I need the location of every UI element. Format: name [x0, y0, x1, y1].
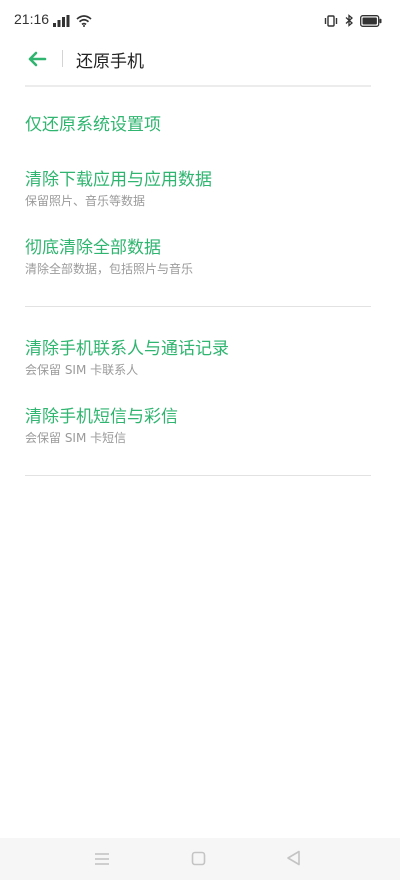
- option-clear-contacts-calls[interactable]: 清除手机联系人与通话记录 会保留 SIM 卡联系人: [25, 338, 371, 378]
- section-divider: [25, 306, 371, 307]
- status-bar: 21:16: [0, 0, 400, 40]
- option-title: 彻底清除全部数据: [25, 238, 161, 258]
- battery-icon: [360, 12, 382, 31]
- nav-back-button[interactable]: [284, 850, 302, 870]
- wifi-icon: [76, 12, 92, 31]
- signal-icon: [53, 12, 71, 31]
- app-header: 还原手机: [0, 40, 400, 82]
- menu-button[interactable]: [93, 851, 111, 869]
- page-title: 还原手机: [76, 52, 144, 72]
- option-subtitle: 保留照片、音乐等数据: [25, 194, 146, 208]
- header-separator: [25, 85, 371, 87]
- menu-icon: [94, 851, 110, 870]
- section-divider: [25, 475, 371, 476]
- option-subtitle: 会保留 SIM 卡联系人: [25, 363, 139, 377]
- option-restore-system-settings[interactable]: 仅还原系统设置项: [25, 114, 371, 136]
- header-divider: [62, 50, 63, 67]
- option-clear-apps-data[interactable]: 清除下载应用与应用数据 保留照片、音乐等数据: [25, 169, 371, 209]
- bluetooth-icon: [345, 12, 354, 31]
- option-title: 清除下载应用与应用数据: [25, 170, 212, 190]
- status-time: 21:16: [14, 11, 50, 27]
- home-button[interactable]: [189, 851, 207, 869]
- option-title: 仅还原系统设置项: [25, 115, 161, 135]
- option-title: 清除手机联系人与通话记录: [25, 339, 229, 359]
- arrow-left-icon: [27, 51, 47, 71]
- option-clear-sms-mms[interactable]: 清除手机短信与彩信 会保留 SIM 卡短信: [25, 406, 371, 446]
- option-subtitle: 清除全部数据，包括照片与音乐: [25, 262, 194, 276]
- option-subtitle: 会保留 SIM 卡短信: [25, 431, 127, 445]
- home-icon: [191, 851, 206, 870]
- status-left-icons: [53, 12, 92, 31]
- back-icon: [286, 850, 301, 870]
- status-right-icons: [323, 12, 382, 31]
- vibrate-icon: [323, 12, 339, 31]
- back-button[interactable]: [22, 46, 52, 76]
- option-title: 清除手机短信与彩信: [25, 407, 178, 427]
- option-erase-all-data[interactable]: 彻底清除全部数据 清除全部数据，包括照片与音乐: [25, 237, 371, 277]
- navigation-bar: [0, 838, 400, 880]
